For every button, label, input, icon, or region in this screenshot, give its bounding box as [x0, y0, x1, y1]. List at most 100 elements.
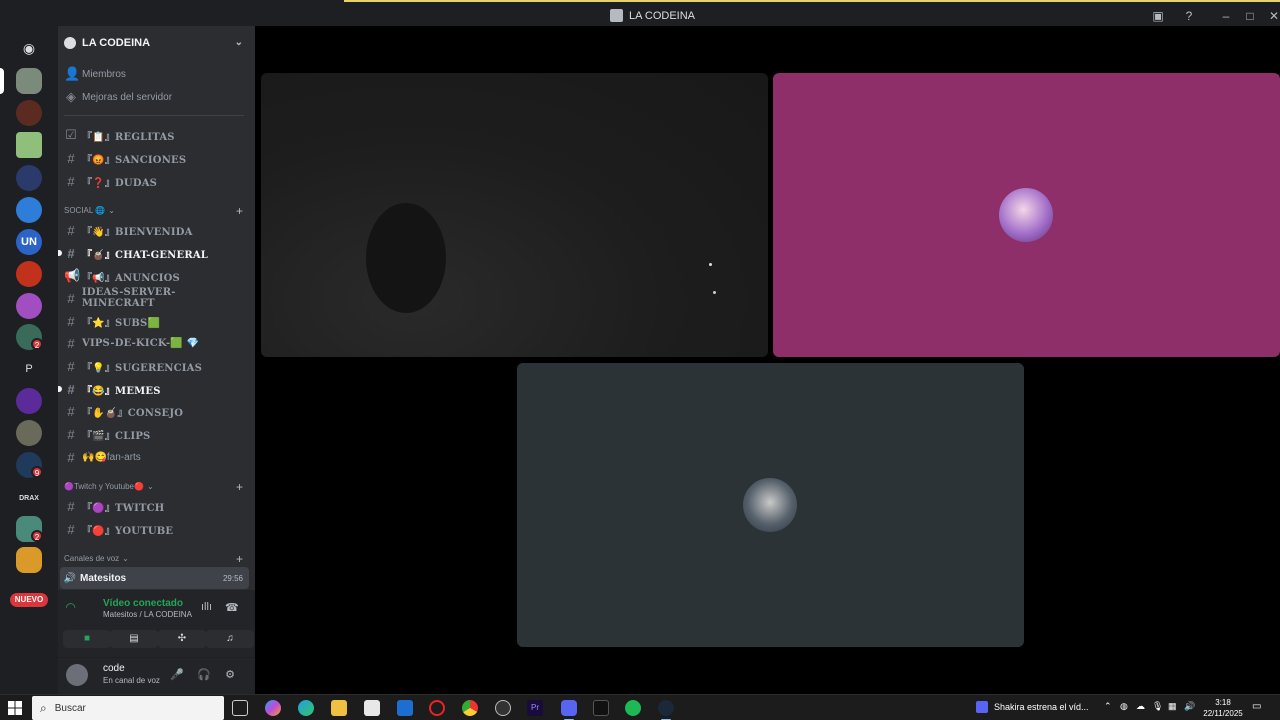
category-voice[interactable]: Canales de voz ⌄ + — [64, 552, 247, 566]
channel-anuncios[interactable]: 📢 『📢』ANUNCIOS — [64, 266, 247, 286]
channel-sugerencias[interactable]: # 『💡』SUGERENCIAS — [64, 356, 247, 376]
video-tile-participant-2[interactable] — [773, 73, 1280, 357]
server-boost-item[interactable]: ◈ Mejoras del servidor — [64, 87, 247, 107]
signal-icon[interactable]: ◜◝ — [66, 600, 75, 614]
screen-share-button[interactable]: ▤ — [110, 630, 158, 648]
server-drax[interactable]: DRAX — [16, 486, 42, 512]
channel-chat-general[interactable]: # 『🧉』CHAT-GENERAL — [58, 243, 247, 263]
video-tile-camera[interactable] — [261, 73, 768, 357]
hash-icon: # — [67, 313, 75, 329]
taskbar-search[interactable]: ⌕ Buscar — [32, 696, 224, 720]
close-button[interactable]: ✕ — [1266, 8, 1280, 24]
edge-icon[interactable] — [298, 700, 314, 716]
server-icon-4[interactable] — [16, 165, 42, 191]
channel-vips-de-kick[interactable]: # VIPS-DE-KICK-🟩 💎 — [64, 333, 247, 353]
soundboard-button[interactable]: ♫ — [206, 630, 254, 648]
username[interactable]: code — [103, 663, 125, 674]
notification-icon[interactable]: ▭ — [1252, 701, 1261, 712]
minimize-button[interactable]: – — [1218, 8, 1234, 24]
channel-sanciones[interactable]: # 『😡』SANCIONES — [64, 148, 247, 168]
chevron-down-icon: ⌄ — [108, 206, 115, 215]
terminal-icon[interactable] — [593, 700, 609, 716]
channel-bienvenida[interactable]: # 『👋』BIENVENIDA — [64, 220, 247, 240]
channel-youtube[interactable]: # 『🔴』YOUTUBE — [64, 519, 247, 539]
chevron-up-icon[interactable]: ⌃ — [1104, 701, 1112, 712]
video-tile-participant-3[interactable] — [517, 363, 1024, 647]
channel-dudas[interactable]: # 『❓』DUDAS — [64, 171, 247, 191]
channel-reglitas[interactable]: ☑ 『📋』REGLITAS — [64, 125, 247, 145]
server-icon-8[interactable] — [16, 293, 42, 319]
network-icon[interactable]: ▦ — [1168, 701, 1177, 712]
add-channel-icon[interactable]: + — [236, 480, 243, 494]
server-icon-2[interactable] — [16, 100, 42, 126]
store-icon[interactable] — [364, 700, 380, 716]
channel-subs[interactable]: # 『⭐』SUBS🟩 — [64, 311, 247, 331]
settings-gear-icon[interactable]: ⚙ — [223, 668, 237, 682]
opera-icon[interactable] — [429, 700, 445, 716]
discord-home-icon[interactable]: ◉ — [16, 35, 42, 61]
channel-memes[interactable]: # 『😂』MEMES — [58, 379, 247, 399]
file-explorer-icon[interactable] — [331, 700, 347, 716]
window-title: LA CODEINA — [610, 9, 695, 22]
active-server-pill — [0, 68, 4, 94]
volume-icon[interactable]: 🔊 — [1184, 701, 1195, 712]
camera-button[interactable]: ■ — [63, 630, 111, 648]
windows-start-icon[interactable] — [8, 701, 22, 715]
server-icon-11[interactable] — [16, 420, 42, 446]
headphones-icon[interactable]: 🎧 — [197, 668, 211, 682]
add-channel-icon[interactable]: + — [236, 552, 243, 566]
server-icon-5[interactable] — [16, 197, 42, 223]
tray-app-icon[interactable]: ◍ — [1120, 701, 1128, 712]
channel-twitch[interactable]: # 『🟣』TWITCH — [64, 496, 247, 516]
discord-icon[interactable] — [561, 700, 577, 720]
premiere-icon[interactable]: Pr — [527, 700, 543, 716]
hash-icon: # — [67, 381, 75, 397]
channel-consejo[interactable]: # 『✋🧉』CONSEJO — [64, 401, 247, 421]
mention-badge: 9 — [31, 466, 43, 478]
inbox-icon[interactable]: ▣ — [1150, 8, 1166, 24]
voice-connection-panel: ◜◝ Vídeo conectado Matesitos / LA CODEIN… — [58, 590, 255, 658]
user-panel: code En canal de voz 🎤 🎧 ⚙ — [58, 658, 255, 694]
channel-clips[interactable]: # 『🎬』CLIPS — [64, 424, 247, 444]
obs-icon[interactable] — [495, 700, 511, 716]
server-icon-10[interactable] — [16, 388, 42, 414]
category-twitch-youtube[interactable]: 🟣Twitch y Youtube🔴 ⌄ + — [64, 480, 247, 494]
maximize-button[interactable]: □ — [1242, 8, 1258, 24]
add-channel-icon[interactable]: + — [236, 204, 243, 218]
chrome-icon[interactable] — [462, 700, 478, 716]
chevron-down-icon[interactable]: ⌄ — [235, 37, 243, 48]
spotify-icon[interactable] — [625, 700, 641, 716]
server-icon-3[interactable] — [16, 132, 42, 158]
tray-app-icon[interactable]: ☁ — [1136, 701, 1145, 712]
server-header[interactable]: LA CODEINA ⌄ — [58, 26, 255, 60]
voice-status[interactable]: Vídeo conectado — [103, 598, 183, 609]
mail-icon[interactable] — [397, 700, 413, 716]
avatar[interactable] — [66, 664, 88, 686]
news-widget[interactable]: Shakira estrena el víd... — [976, 701, 1089, 713]
user-status: En canal de voz — [103, 676, 160, 685]
copilot-icon[interactable] — [265, 700, 281, 716]
hash-icon: # — [67, 403, 75, 419]
server-la-codeina[interactable] — [16, 68, 42, 94]
steam-icon[interactable] — [658, 700, 674, 720]
server-icon-14[interactable] — [16, 547, 42, 573]
members-item[interactable]: 👤 Miembros — [64, 64, 247, 84]
disconnect-icon[interactable]: ☎ — [225, 601, 239, 614]
server-verified-icon — [64, 37, 76, 49]
noise-suppression-icon[interactable]: ıllı — [201, 601, 212, 613]
clock[interactable]: 3:18 22/11/2025 — [1200, 697, 1246, 719]
channel-fan-arts[interactable]: # 🙌😋fan-arts — [64, 447, 247, 467]
category-social[interactable]: SOCIAL 🌐 ⌄ + — [64, 204, 247, 218]
task-view-icon[interactable] — [232, 700, 248, 716]
server-icon-6[interactable]: UN — [16, 229, 42, 255]
microphone-icon[interactable]: 🎤 — [170, 668, 184, 682]
channel-ideas-server-minecraft[interactable]: # IDEAS-SERVER-MINECRAFT — [64, 287, 247, 309]
microphone-tray-icon[interactable]: 🎙 — [1152, 701, 1163, 712]
help-icon[interactable]: ? — [1181, 8, 1197, 24]
voice-channel-matesitos[interactable]: 🔊 Matesitos 29:56 — [60, 567, 249, 589]
activities-button[interactable]: ✣ — [158, 630, 206, 648]
server-icon-7[interactable] — [16, 261, 42, 287]
server-letter-p[interactable]: P — [16, 356, 42, 382]
news-icon — [976, 701, 988, 713]
voice-location[interactable]: Matesitos / LA CODEINA — [103, 610, 192, 619]
